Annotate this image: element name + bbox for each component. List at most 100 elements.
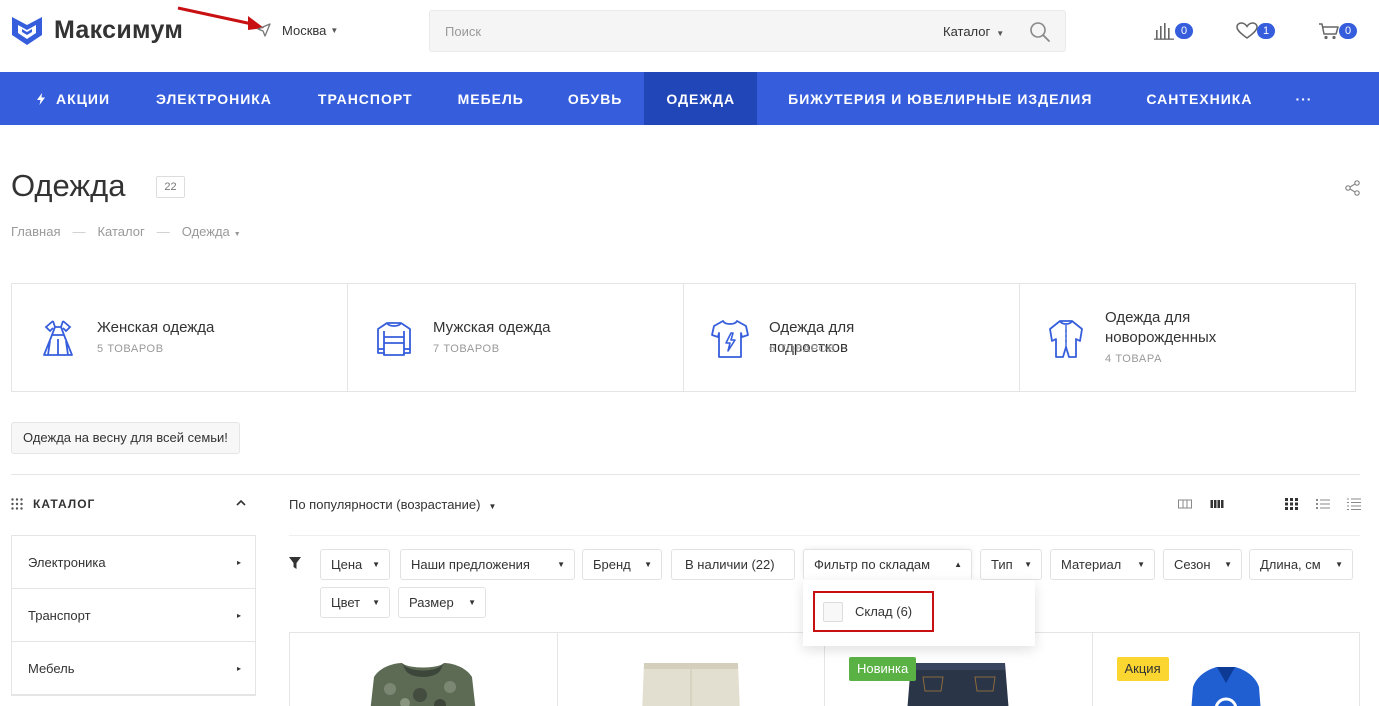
sidebar-item-electronics[interactable]: Электроника ▸ (12, 536, 255, 589)
filter-size[interactable]: Размер ▼ (398, 587, 486, 618)
subcategory-teens[interactable]: Одежда для подростков 6 товаров (684, 284, 1020, 391)
nav-item-plumbing[interactable]: Сантехника (1119, 72, 1279, 125)
cart-button[interactable]: 0 (1318, 22, 1357, 40)
filter-label: Сезон (1174, 557, 1211, 572)
nav-label: Сантехника (1146, 90, 1253, 107)
nav-item-sales[interactable]: Акции (0, 72, 133, 125)
filter-in-stock[interactable]: В наличии (22) (671, 549, 795, 580)
caret-down-icon: ▼ (468, 598, 476, 607)
catalog-toggle[interactable]: Каталог (11, 497, 247, 511)
nav-label: Бижутерия и ювелирные изделия (788, 90, 1093, 107)
sidebar-item-label: Транспорт (28, 607, 91, 623)
filter-type[interactable]: Тип ▼ (980, 549, 1042, 580)
favorites-button[interactable]: 1 (1236, 22, 1275, 40)
share-icon[interactable] (1345, 180, 1360, 196)
subcategory-newborn[interactable]: Одежда для новорожденных 4 товара (1020, 284, 1355, 391)
filter-label: Наши предложения (411, 557, 530, 572)
product-card[interactable] (290, 633, 558, 706)
search-scope-select[interactable]: Каталог ▼ (943, 24, 1004, 39)
filter-offers[interactable]: Наши предложения ▼ (400, 549, 575, 580)
nav-label: Акции (56, 90, 111, 107)
breadcrumb: Главная — Каталог — Одежда ▼ (11, 224, 241, 239)
wide-view-icon[interactable] (1210, 498, 1224, 510)
filter-season[interactable]: Сезон ▼ (1163, 549, 1242, 580)
dress-icon (43, 320, 73, 356)
filter-label: Бренд (593, 557, 631, 572)
grid-dots-icon (11, 498, 23, 510)
filter-label: Цвет (331, 595, 361, 610)
caret-down-icon: ▼ (1224, 560, 1232, 569)
filter-color[interactable]: Цвет ▼ (320, 587, 390, 618)
filter-warehouses[interactable]: Фильтр по складам ▲ (803, 549, 972, 580)
product-badge-new: Новинка (849, 657, 917, 681)
breadcrumb-separator: — (72, 224, 86, 239)
caret-down-icon: ▼ (488, 502, 497, 511)
sort-select[interactable]: По популярности (возрастание) ▼ (289, 497, 496, 512)
search-scope-label: Каталог (943, 24, 991, 39)
compact-view-icon[interactable] (1178, 498, 1192, 510)
chart-bars-icon (1154, 23, 1174, 40)
filter-label: Цена (331, 557, 363, 572)
nav-item-shoes[interactable]: Обувь (546, 72, 645, 125)
city-selector[interactable]: Москва ▼ (256, 22, 338, 38)
caret-right-icon: ▸ (236, 663, 241, 673)
filter-price[interactable]: Цена ▼ (320, 549, 390, 580)
compare-button[interactable]: 0 (1154, 22, 1193, 40)
sidebar-item-furniture[interactable]: Мебель ▸ (12, 642, 255, 695)
product-card[interactable]: Акция (1093, 633, 1360, 706)
filter-icon[interactable] (289, 557, 301, 570)
product-count-badge: 22 (156, 176, 185, 198)
product-badge-sale: Акция (1116, 657, 1169, 681)
search-icon[interactable] (1029, 21, 1051, 43)
header: Максимум Москва ▼ Каталог ▼ 0 (0, 0, 1379, 72)
product-card[interactable] (558, 633, 825, 706)
jacket-image (370, 663, 476, 706)
divider (11, 474, 1360, 475)
nav-item-jewelry[interactable]: Бижутерия и ювелирные изделия (757, 72, 1119, 125)
filter-material[interactable]: Материал ▼ (1050, 549, 1155, 580)
table-view-icon[interactable] (1347, 498, 1361, 510)
subcategory-count: 6 товаров (769, 343, 836, 355)
more-icon: ··· (1295, 90, 1313, 107)
catalog-title: Каталог (33, 497, 96, 511)
caret-down-icon: ▼ (1024, 560, 1032, 569)
warehouse-checkbox[interactable] (823, 601, 843, 622)
lightning-icon (37, 92, 45, 105)
caret-down-icon: ▼ (372, 598, 380, 607)
grid-view-icon[interactable] (1285, 498, 1299, 510)
subcategory-mens[interactable]: Мужская одежда 7 товаров (348, 284, 684, 391)
breadcrumb-current[interactable]: Одежда ▼ (182, 224, 241, 239)
promo-tag[interactable]: Одежда на весну для всей семьи! (11, 422, 240, 454)
caret-down-icon: ▼ (233, 231, 241, 238)
filter-label: Материал (1061, 557, 1122, 572)
nav-item-electronics[interactable]: Электроника (133, 72, 295, 125)
warehouse-option[interactable]: Склад (6) (813, 591, 934, 632)
nav-label: Транспорт (317, 90, 413, 107)
list-view-icon[interactable] (1316, 498, 1330, 510)
filter-brand[interactable]: Бренд ▼ (582, 549, 662, 580)
nav-item-furniture[interactable]: Мебель (436, 72, 546, 125)
nav-more-button[interactable]: ··· (1279, 72, 1328, 125)
pants-image (641, 663, 740, 706)
filter-length[interactable]: Длина, см ▼ (1249, 549, 1353, 580)
nav-item-transport[interactable]: Транспорт (295, 72, 436, 125)
breadcrumb-separator: — (156, 224, 170, 239)
filter-label: Фильтр по складам (814, 557, 931, 572)
filter-label: Длина, см (1260, 557, 1321, 572)
caret-up-icon: ▲ (954, 560, 962, 569)
subcategory-name: Женская одежда (97, 319, 215, 336)
search-input[interactable] (445, 21, 925, 41)
compare-count-badge: 0 (1175, 23, 1193, 39)
warehouse-option-label: Склад (6) (855, 604, 913, 619)
caret-down-icon: ▼ (996, 29, 1005, 38)
tshirt-icon (711, 320, 749, 358)
sidebar-item-transport[interactable]: Транспорт ▸ (12, 589, 255, 642)
heart-icon (1236, 22, 1258, 39)
location-arrow-icon (257, 23, 271, 37)
logo[interactable]: Максимум (10, 13, 183, 47)
nav-item-clothing[interactable]: Одежда (644, 72, 758, 125)
breadcrumb-catalog[interactable]: Каталог (97, 224, 144, 239)
subcategory-count: 4 товара (1105, 353, 1163, 365)
breadcrumb-home[interactable]: Главная (11, 224, 60, 239)
subcategory-womens[interactable]: Женская одежда 5 товаров (12, 284, 348, 391)
